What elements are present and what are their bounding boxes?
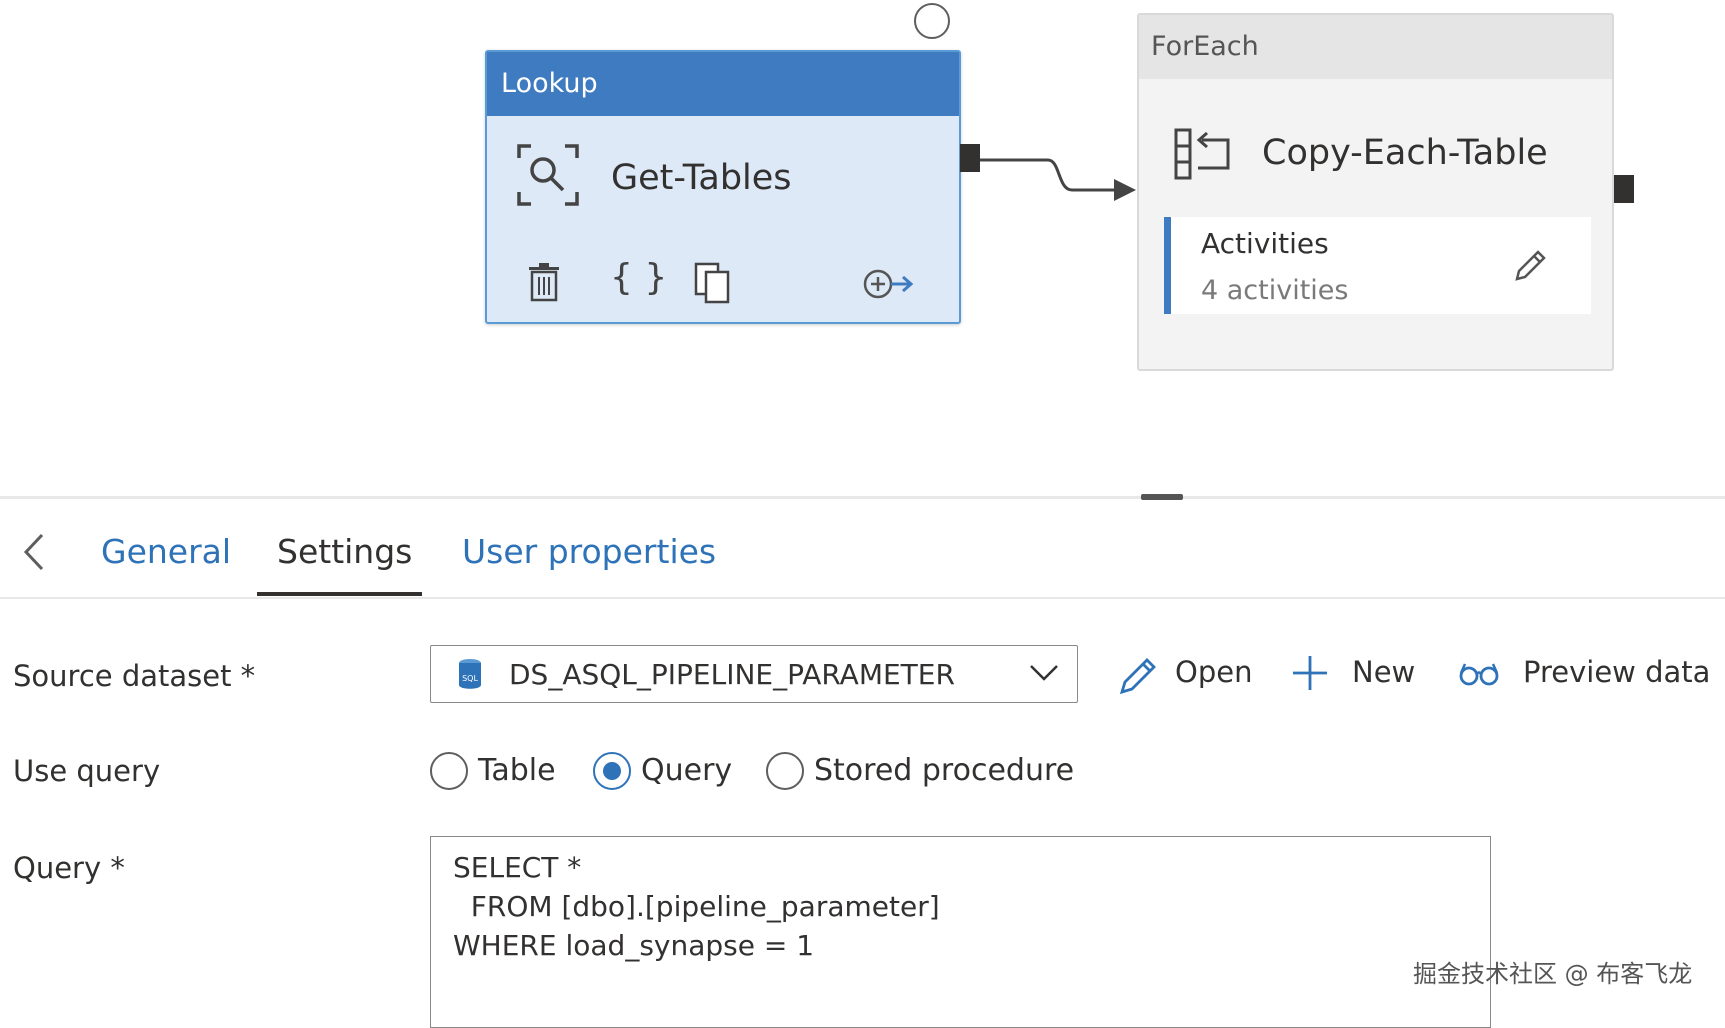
inner-activities-count: 4 activities: [1201, 275, 1349, 306]
tab-settings[interactable]: Settings: [277, 532, 412, 571]
tabs-divider: [0, 597, 1725, 599]
canvas-start-circle[interactable]: [914, 3, 950, 39]
query-line: FROM [dbo].[pipeline_parameter]: [453, 890, 940, 923]
radio-stored-procedure-label[interactable]: Stored procedure: [814, 753, 1074, 788]
tab-general[interactable]: General: [101, 532, 231, 571]
foreach-activity-name: Copy-Each-Table: [1262, 133, 1548, 173]
radio-query[interactable]: [593, 752, 631, 790]
lookup-activity-type: Lookup: [487, 52, 959, 116]
active-tab-underline: [257, 592, 422, 596]
lookup-activity-name: Get-Tables: [611, 158, 792, 198]
delete-icon[interactable]: [527, 262, 561, 302]
watermark: 掘金技术社区 @ 布客飞龙: [1413, 960, 1693, 988]
open-pencil-icon[interactable]: [1117, 655, 1159, 697]
copy-icon[interactable]: [694, 262, 732, 304]
edit-pencil-icon[interactable]: [1511, 247, 1549, 285]
chevron-left-icon[interactable]: [22, 532, 46, 572]
plus-icon[interactable]: [1291, 654, 1329, 692]
use-query-label: Use query: [13, 754, 161, 788]
query-line: WHERE load_synapse = 1: [453, 929, 815, 962]
inner-activities-label: Activities: [1201, 227, 1329, 260]
preview-data-button[interactable]: Preview data: [1523, 655, 1710, 689]
query-editor[interactable]: SELECT * FROM [dbo].[pipeline_parameter]…: [430, 836, 1491, 1028]
splitter-grip[interactable]: [1141, 494, 1183, 500]
query-line: SELECT *: [453, 851, 582, 884]
query-label: Query *: [13, 851, 125, 885]
add-output-icon[interactable]: [862, 267, 914, 301]
source-dataset-select[interactable]: SQL DS_ASQL_PIPELINE_PARAMETER: [430, 645, 1078, 703]
foreach-inner-activities[interactable]: Activities 4 activities: [1164, 217, 1591, 314]
radio-stored-procedure[interactable]: [766, 752, 804, 790]
foreach-icon: [1174, 128, 1230, 180]
foreach-activity-type: ForEach: [1139, 15, 1612, 79]
code-icon[interactable]: { }: [610, 257, 667, 298]
foreach-output-port[interactable]: [1614, 175, 1634, 203]
radio-table-label[interactable]: Table: [478, 753, 556, 788]
tab-user-properties[interactable]: User properties: [462, 532, 716, 571]
svg-text:SQL: SQL: [462, 674, 478, 683]
new-button[interactable]: New: [1352, 655, 1415, 689]
lookup-output-port[interactable]: [960, 144, 980, 172]
connector-arrow: [980, 158, 1136, 201]
foreach-activity[interactable]: ForEach Copy-Each-Table Activities 4 act…: [1137, 13, 1614, 371]
open-button[interactable]: Open: [1175, 655, 1252, 689]
panel-splitter[interactable]: [0, 496, 1725, 499]
radio-table[interactable]: [430, 752, 468, 790]
radio-query-label[interactable]: Query: [641, 753, 732, 788]
lookup-search-icon: [517, 144, 579, 206]
lookup-activity[interactable]: Lookup Get-Tables { }: [485, 50, 961, 324]
source-dataset-label: Source dataset *: [13, 659, 256, 693]
glasses-icon[interactable]: [1458, 661, 1500, 687]
sql-database-icon: SQL: [459, 659, 481, 689]
source-dataset-value: DS_ASQL_PIPELINE_PARAMETER: [509, 658, 955, 691]
chevron-down-icon[interactable]: [1028, 662, 1060, 684]
